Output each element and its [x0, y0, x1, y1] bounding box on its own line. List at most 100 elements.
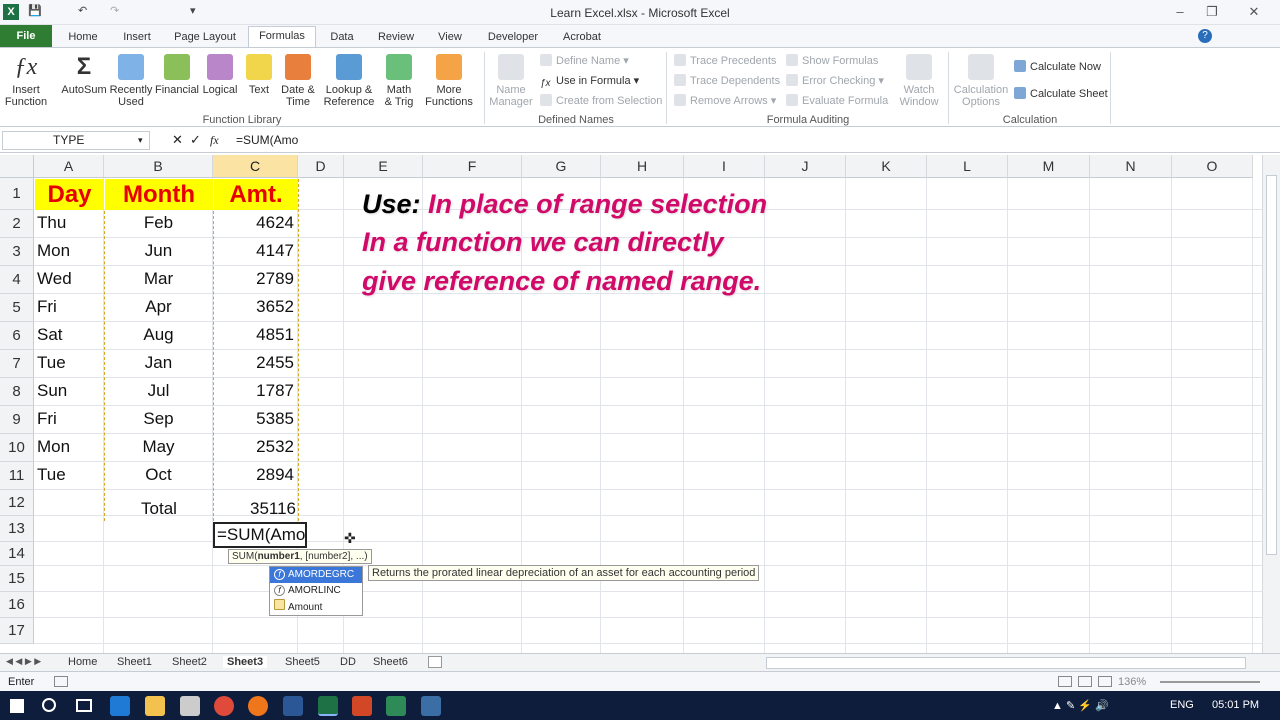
month-cell[interactable]: May	[104, 437, 213, 457]
row-header-14[interactable]: 14	[0, 542, 34, 566]
header-month[interactable]: Month	[105, 179, 213, 210]
language-indicator[interactable]: ENG	[1170, 699, 1194, 711]
calculate-sheet-button[interactable]: Calculate Sheet	[1014, 87, 1108, 100]
amount-cell[interactable]: 4851	[213, 325, 294, 345]
amount-cell[interactable]: 2455	[213, 353, 294, 373]
file-explorer-icon[interactable]	[145, 696, 165, 716]
month-cell[interactable]: Jan	[104, 353, 213, 373]
worksheet-grid[interactable]: ABCDEFGHIJKLMNO 1 2 3 4 5 6 7 8 9 10 11 12 13 14 15 16 1…	[0, 155, 1262, 653]
normal-view-icon[interactable]	[1058, 676, 1072, 687]
tab-view[interactable]: View	[432, 28, 468, 47]
financial-button[interactable]: Financial	[154, 54, 200, 96]
column-header-f[interactable]: F	[423, 155, 522, 178]
month-cell[interactable]: Sep	[104, 409, 213, 429]
math-trig-button[interactable]: Math & Trig	[380, 54, 418, 108]
tab-review[interactable]: Review	[372, 28, 420, 47]
sheet-nav-arrows-icon[interactable]: ◀ ◀ ▶ ▶	[6, 656, 41, 667]
header-day[interactable]: Day	[35, 179, 104, 210]
total-value[interactable]: 35116	[214, 499, 296, 519]
tab-acrobat[interactable]: Acrobat	[556, 28, 608, 47]
day-cell[interactable]: Fri	[37, 409, 103, 429]
sheet-tab-sheet5[interactable]: Sheet5	[285, 656, 320, 668]
tab-developer[interactable]: Developer	[482, 28, 544, 47]
row-header-7[interactable]: 7	[0, 350, 34, 378]
total-label[interactable]: Total	[105, 499, 213, 519]
remove-arrows-button[interactable]: Remove Arrows ▾	[674, 94, 776, 107]
column-header-c[interactable]: C	[213, 155, 298, 178]
select-all-corner[interactable]	[0, 155, 34, 178]
page-break-view-icon[interactable]	[1098, 676, 1112, 687]
excel-taskbar-icon[interactable]	[318, 696, 338, 716]
task-view-icon[interactable]	[76, 699, 92, 712]
date-time-button[interactable]: Date & Time	[278, 54, 318, 108]
calculation-options-button[interactable]: Calculation Options	[952, 54, 1010, 108]
row-header-4[interactable]: 4	[0, 266, 34, 294]
clock[interactable]: 05:01 PM	[1212, 699, 1259, 711]
row-header-15[interactable]: 15	[0, 566, 34, 592]
sheet-tab-sheet3[interactable]: Sheet3	[223, 656, 268, 668]
tab-data[interactable]: Data	[322, 28, 362, 47]
formula-input[interactable]: =SUM(Amo	[236, 133, 298, 147]
confirm-entry-icon[interactable]: ✓	[190, 132, 201, 148]
name-box[interactable]: TYPE	[2, 131, 150, 150]
name-box-dropdown-icon[interactable]: ▾	[138, 135, 143, 146]
row-header-16[interactable]: 16	[0, 592, 34, 618]
help-icon[interactable]: ?	[1198, 29, 1212, 43]
day-cell[interactable]: Wed	[37, 269, 103, 289]
tab-formulas[interactable]: Formulas	[248, 26, 316, 48]
insert-function-fx-icon[interactable]: fx	[210, 133, 219, 148]
sheet-tab-sheet2[interactable]: Sheet2	[172, 656, 207, 668]
calculate-now-button[interactable]: Calculate Now	[1014, 60, 1101, 73]
create-from-selection-button[interactable]: Create from Selection	[540, 94, 662, 107]
tab-page-layout[interactable]: Page Layout	[168, 28, 242, 47]
row-header-8[interactable]: 8	[0, 378, 34, 406]
logical-button[interactable]: Logical	[200, 54, 240, 96]
sheet-tab-dd[interactable]: DD	[340, 656, 356, 668]
sheet-tab-sheet6[interactable]: Sheet6	[373, 656, 408, 668]
row-header-12[interactable]: 12	[0, 490, 34, 516]
autosum-button[interactable]: Σ AutoSum	[60, 54, 108, 97]
autocomplete-item[interactable]: Amount	[270, 599, 362, 615]
column-header-e[interactable]: E	[344, 155, 423, 178]
amount-cell[interactable]: 4147	[213, 241, 294, 261]
horizontal-scrollbar[interactable]	[766, 657, 1246, 669]
vertical-scrollbar[interactable]	[1262, 155, 1280, 653]
search-icon[interactable]	[42, 698, 56, 712]
day-cell[interactable]: Tue	[37, 353, 103, 373]
row-header-11[interactable]: 11	[0, 462, 34, 490]
column-header-h[interactable]: H	[601, 155, 684, 178]
header-amt[interactable]: Amt.	[214, 179, 298, 210]
row-header-1[interactable]: 1	[0, 178, 34, 210]
row-header-17[interactable]: 17	[0, 618, 34, 644]
sheet-tab-home[interactable]: Home	[68, 656, 97, 668]
lookup-reference-button[interactable]: Lookup & Reference	[318, 54, 380, 108]
watch-window-button[interactable]: Watch Window	[896, 54, 942, 108]
trace-dependents-button[interactable]: Trace Dependents	[674, 74, 780, 87]
amount-cell[interactable]: 3652	[213, 297, 294, 317]
text-button[interactable]: Text	[242, 54, 276, 96]
column-header-m[interactable]: M	[1008, 155, 1090, 178]
column-header-n[interactable]: N	[1090, 155, 1172, 178]
column-header-b[interactable]: B	[104, 155, 213, 178]
zoom-slider[interactable]	[1160, 681, 1260, 683]
column-header-j[interactable]: J	[765, 155, 846, 178]
page-layout-view-icon[interactable]	[1078, 676, 1092, 687]
evaluate-formula-button[interactable]: Evaluate Formula	[786, 94, 888, 107]
amount-cell[interactable]: 2789	[213, 269, 294, 289]
tab-file[interactable]: File	[0, 25, 52, 47]
restore-icon[interactable]: ❐	[1198, 2, 1226, 22]
cancel-entry-icon[interactable]: ✕	[172, 132, 183, 148]
windows-start-icon[interactable]	[10, 699, 24, 713]
minimize-icon[interactable]: –	[1166, 2, 1194, 22]
insert-function-button[interactable]: ƒx Insert Function	[2, 54, 50, 108]
chrome-icon[interactable]	[214, 696, 234, 716]
close-icon[interactable]: ✕	[1240, 2, 1268, 22]
app-icon[interactable]	[421, 696, 441, 716]
day-cell[interactable]: Mon	[37, 437, 103, 457]
tab-home[interactable]: Home	[60, 28, 106, 47]
row-header-13[interactable]: 13	[0, 516, 34, 542]
amount-cell[interactable]: 5385	[213, 409, 294, 429]
row-header-5[interactable]: 5	[0, 294, 34, 322]
tray-icons[interactable]: ▲ ✎ ⚡ 🔊	[1052, 699, 1109, 712]
use-in-formula-button[interactable]: ƒx Use in Formula ▾	[540, 74, 639, 90]
